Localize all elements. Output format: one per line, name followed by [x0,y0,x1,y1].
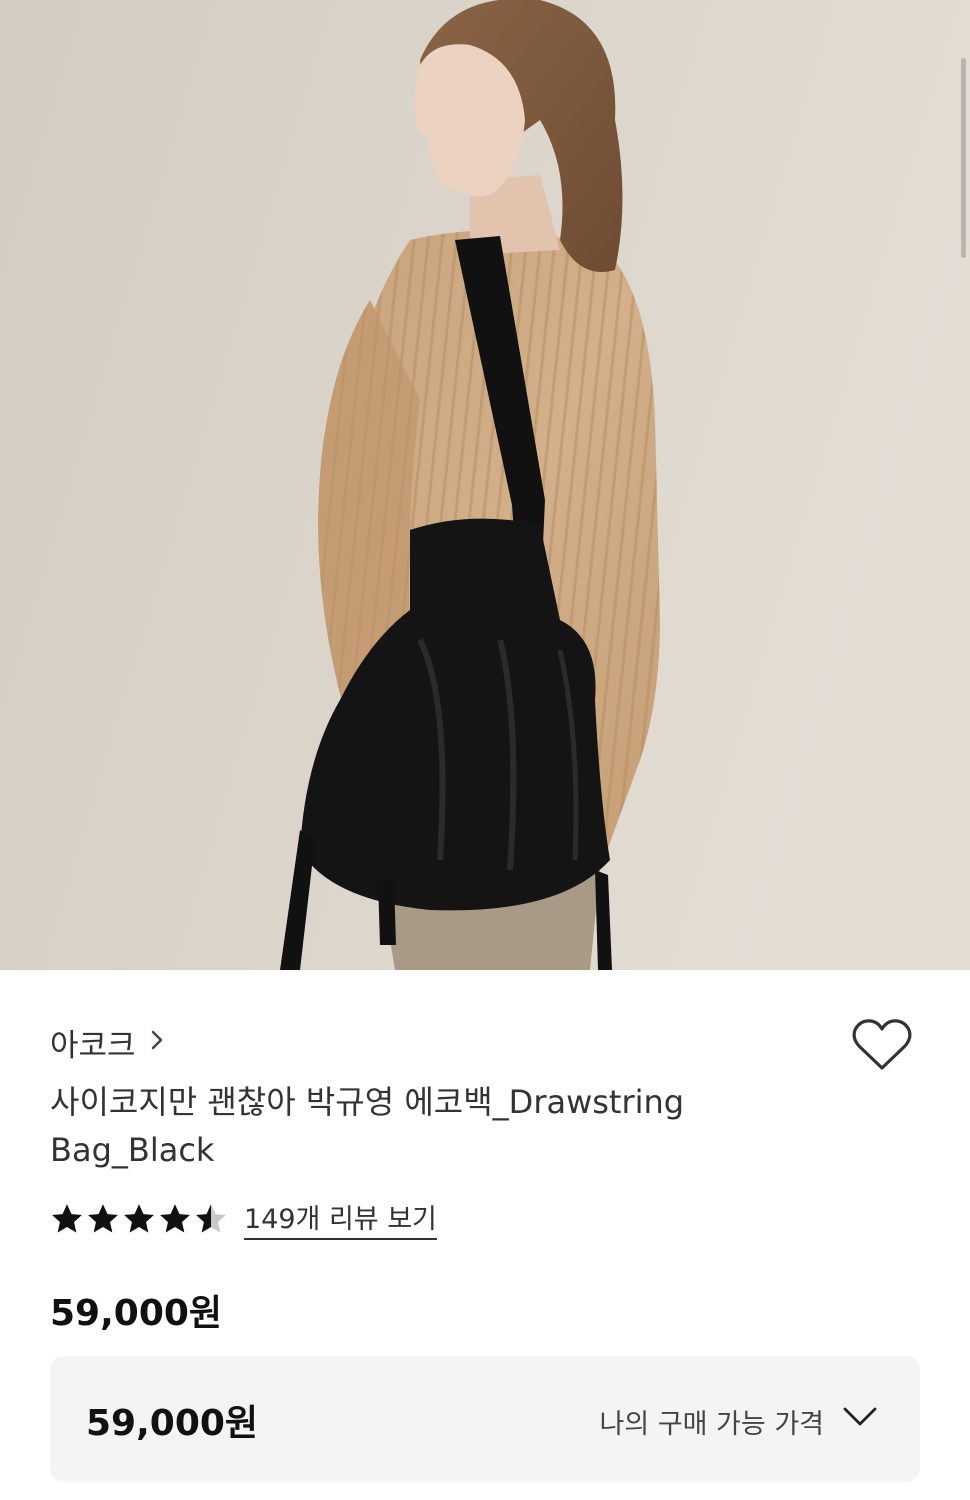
product-price: 59,000원 [50,1293,223,1334]
rating-row: 149개 리뷰 보기 [50,1196,437,1240]
star-rating [50,1202,230,1234]
chevron-right-icon [150,1028,164,1058]
scrollbar[interactable] [961,58,966,258]
brand-name: 아코크 [50,1028,136,1064]
review-link[interactable]: 149개 리뷰 보기 [244,1197,437,1240]
product-image[interactable] [0,0,970,970]
star-icon [124,1204,154,1233]
product-title: 사이코지만 괜찮아 박규영 에코백_Drawstring Bag_Black [50,1083,685,1169]
star-icon [160,1204,190,1233]
my-price-dropdown[interactable]: 59,000원 나의 구매 가능 가격 [50,1356,920,1482]
my-price-value: 59,000원 [86,1403,259,1444]
product-detail-page: 아코크 사이코지만 괜찮아 박규영 에코백_Drawstring Bag_Bla… [0,0,970,1500]
chevron-down-icon [842,1406,878,1432]
brand-link[interactable]: 아코크 [50,1020,164,1065]
star-icon [196,1204,226,1233]
my-price-label: 나의 구매 가능 가격 [599,1409,824,1440]
product-photo-illustration [0,0,970,970]
star-icon [88,1204,118,1233]
star-icon [52,1204,82,1233]
heart-outline-icon[interactable] [852,1018,918,1082]
